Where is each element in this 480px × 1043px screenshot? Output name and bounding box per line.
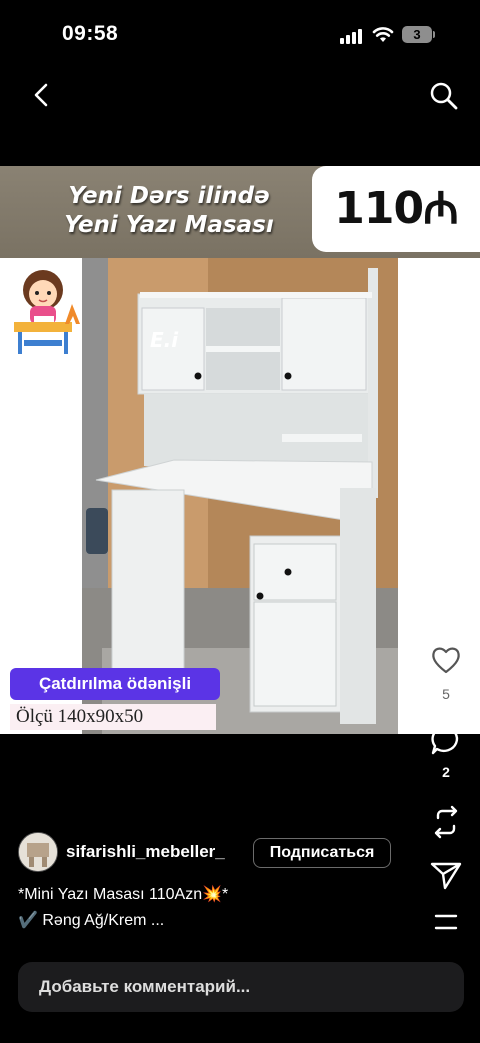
heart-icon[interactable] <box>428 642 464 678</box>
avatar-image <box>19 833 57 871</box>
caption-line-2[interactable]: ✔️ Rəng Ağ/Krem ... <box>18 910 164 930</box>
cellular-signal-icon <box>340 28 362 44</box>
banner-title: Yeni Dərs ilində Yeni Yazı Masası <box>24 182 314 240</box>
avatar[interactable] <box>18 832 58 872</box>
banner-line-2: Yeni Yazı Masası <box>64 212 274 238</box>
size-label: Ölçü 140x90x50 <box>10 704 216 730</box>
comment-input[interactable]: Добавьте комментарий... <box>18 962 464 1012</box>
white-desk-drawing <box>82 258 398 734</box>
girl-at-desk-illustration <box>14 270 80 354</box>
banner-line-1: Yeni Dərs ilində <box>68 183 270 209</box>
battery-icon: 3 <box>402 26 432 43</box>
desk-photo: E.i <box>82 258 398 734</box>
shop-logo: E.i <box>150 328 179 352</box>
repost-icon[interactable] <box>428 804 464 840</box>
more-menu-icon[interactable] <box>428 904 464 940</box>
username[interactable]: sifarishli_mebeller_ <box>66 842 225 862</box>
delivery-badge: Çatdırılma ödənişli <box>10 668 220 700</box>
comment-count: 2 <box>442 764 450 780</box>
share-send-icon[interactable] <box>428 856 464 892</box>
back-chevron-icon[interactable] <box>28 80 56 110</box>
comment-icon[interactable] <box>428 722 464 758</box>
battery-tip <box>433 31 435 38</box>
subscribe-button[interactable]: Подписаться <box>253 838 391 868</box>
wifi-icon <box>372 27 394 42</box>
caption-line-1: *Mini Yazı Masası 110Azn💥* <box>18 886 229 903</box>
like-count: 5 <box>442 686 450 702</box>
status-time: 09:58 <box>62 22 119 45</box>
price-tag: 110₼ <box>312 166 480 252</box>
search-icon[interactable] <box>428 80 460 112</box>
comment-placeholder: Добавьте комментарий... <box>39 977 251 996</box>
post-image[interactable]: Yeni Dərs ilində Yeni Yazı Masası 110₼ E… <box>0 166 480 734</box>
